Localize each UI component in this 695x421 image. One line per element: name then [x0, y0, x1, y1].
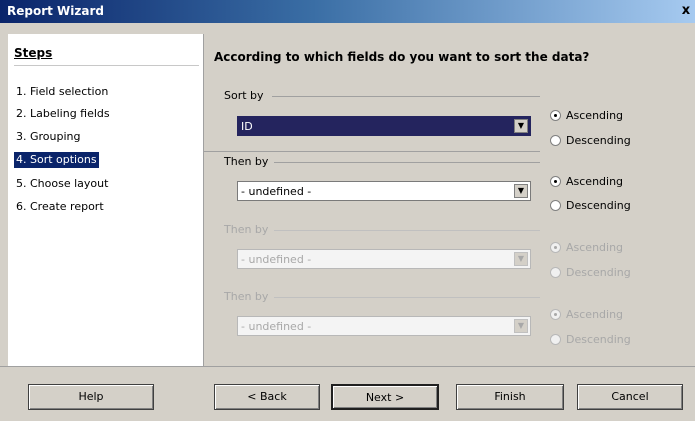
radio-selected-icon: [550, 308, 561, 320]
step-field-selection[interactable]: 1. Field selection: [14, 84, 110, 100]
descending-label: Descending: [566, 266, 631, 279]
radio-selected-icon: [550, 175, 561, 187]
then-by-1-value: - undefined -: [241, 185, 312, 198]
steps-header: Steps: [14, 46, 199, 66]
then-by-2-ascending-radio[interactable]: Ascending: [550, 240, 623, 256]
title-bar: Report Wizard x: [0, 0, 695, 23]
next-button[interactable]: Next >: [331, 384, 439, 410]
help-button[interactable]: Help: [28, 384, 154, 410]
radio-icon: [550, 266, 561, 278]
then-by-2-label: Then by: [224, 223, 269, 236]
group-divider: [274, 297, 540, 298]
then-by-1-descending-radio[interactable]: Descending: [550, 198, 631, 214]
group-divider: [274, 162, 540, 163]
then-by-3-descending-radio[interactable]: Descending: [550, 332, 631, 348]
page-title: According to which fields do you want to…: [214, 50, 590, 64]
back-button[interactable]: < Back: [214, 384, 320, 410]
group-divider: [274, 230, 540, 231]
descending-label: Descending: [566, 199, 631, 212]
chevron-down-icon[interactable]: ▼: [514, 119, 528, 133]
radio-icon: [550, 333, 561, 345]
step-labeling-fields[interactable]: 2. Labeling fields: [14, 106, 112, 122]
chevron-down-icon[interactable]: ▼: [514, 319, 528, 333]
then-by-3-dropdown[interactable]: - undefined - ▼: [237, 316, 531, 336]
chevron-down-icon[interactable]: ▼: [514, 184, 528, 198]
group-divider: [204, 151, 540, 152]
sort-by-ascending-radio[interactable]: Ascending: [550, 108, 623, 124]
finish-button[interactable]: Finish: [456, 384, 564, 410]
then-by-2-descending-radio[interactable]: Descending: [550, 265, 631, 281]
step-sort-options[interactable]: 4. Sort options: [14, 152, 99, 168]
radio-selected-icon: [550, 109, 561, 121]
then-by-1-label: Then by: [224, 155, 269, 168]
radio-icon: [550, 134, 561, 146]
window-title: Report Wizard: [7, 4, 104, 18]
group-divider: [272, 96, 540, 97]
step-create-report[interactable]: 6. Create report: [14, 199, 106, 215]
ascending-label: Ascending: [566, 241, 624, 254]
then-by-2-value: - undefined -: [241, 253, 312, 266]
sort-by-label: Sort by: [224, 89, 264, 102]
step-choose-layout[interactable]: 5. Choose layout: [14, 176, 110, 192]
sort-by-dropdown[interactable]: ID ▼: [237, 116, 531, 136]
cancel-button[interactable]: Cancel: [577, 384, 683, 410]
ascending-label: Ascending: [566, 308, 624, 321]
then-by-1-ascending-radio[interactable]: Ascending: [550, 174, 623, 190]
descending-label: Descending: [566, 333, 631, 346]
radio-selected-icon: [550, 241, 561, 253]
then-by-1-dropdown[interactable]: - undefined - ▼: [237, 181, 531, 201]
sort-by-value: ID: [241, 120, 253, 133]
sort-by-descending-radio[interactable]: Descending: [550, 133, 631, 149]
ascending-label: Ascending: [566, 109, 624, 122]
close-icon[interactable]: x: [679, 3, 693, 19]
ascending-label: Ascending: [566, 175, 624, 188]
then-by-3-ascending-radio[interactable]: Ascending: [550, 307, 623, 323]
then-by-2-dropdown[interactable]: - undefined - ▼: [237, 249, 531, 269]
sort-options-panel: According to which fields do you want to…: [204, 34, 695, 366]
button-bar: Help < Back Next > Finish Cancel: [0, 366, 695, 421]
then-by-3-value: - undefined -: [241, 320, 312, 333]
then-by-3-label: Then by: [224, 290, 269, 303]
chevron-down-icon[interactable]: ▼: [514, 252, 528, 266]
radio-icon: [550, 199, 561, 211]
step-grouping[interactable]: 3. Grouping: [14, 129, 83, 145]
descending-label: Descending: [566, 134, 631, 147]
steps-sidebar: Steps 1. Field selection 2. Labeling fie…: [8, 34, 204, 366]
